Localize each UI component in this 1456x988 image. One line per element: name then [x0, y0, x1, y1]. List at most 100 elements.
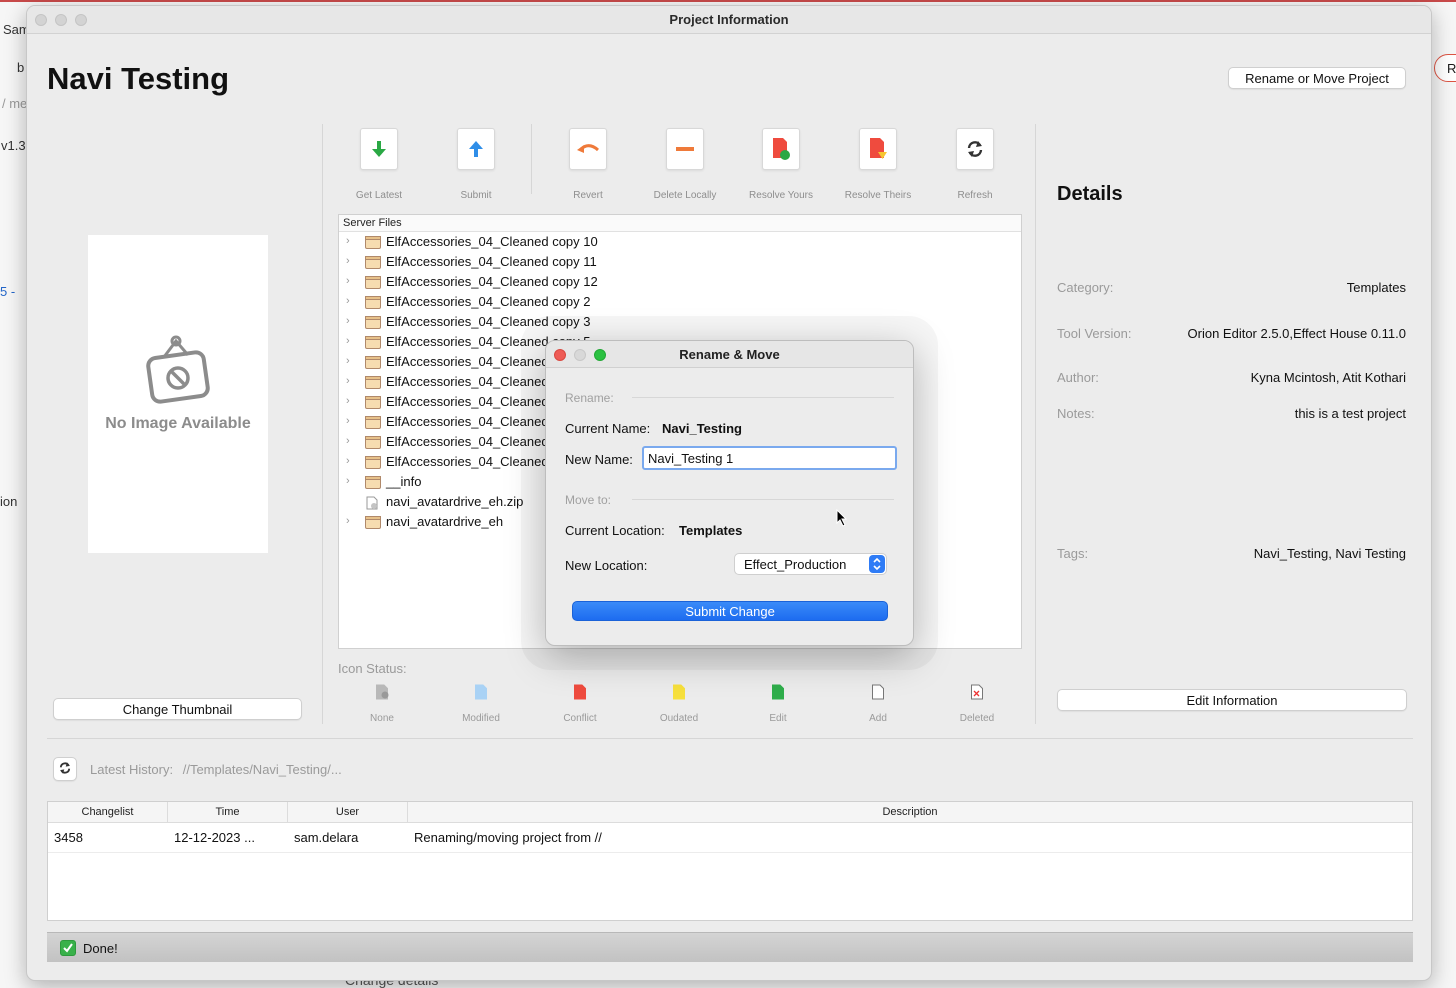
tags-value: Navi_Testing, Navi Testing	[1253, 546, 1406, 561]
user-cell[interactable]: sam.delara	[294, 830, 358, 845]
background-text: ion	[0, 494, 18, 509]
folder-icon	[365, 516, 381, 529]
chevron-right-icon[interactable]: ›	[346, 395, 350, 407]
notes-label: Notes:	[1057, 406, 1095, 421]
details-title: Details	[1057, 183, 1123, 205]
dialog-titlebar: Rename & Move	[546, 341, 913, 368]
revert-icon	[577, 144, 599, 153]
new-location-select[interactable]: Effect_Production	[734, 553, 887, 575]
history-table: Changelist Time User Description 3458 12…	[47, 801, 1413, 921]
divider	[632, 397, 894, 398]
file-name: __info	[386, 474, 422, 489]
resolve-theirs-button[interactable]: Resolve Theirs	[830, 128, 926, 201]
column-header-user[interactable]: User	[288, 802, 408, 823]
legend-item: Conflict	[535, 684, 625, 724]
edit-information-button[interactable]: Edit Information	[1057, 689, 1407, 711]
legend-label: None	[370, 713, 394, 724]
chevron-right-icon[interactable]: ›	[346, 315, 350, 327]
folder-icon	[365, 396, 381, 409]
resolve-yours-icon	[773, 138, 790, 160]
chevron-right-icon[interactable]: ›	[346, 235, 350, 247]
new-location-label: New Location:	[565, 558, 648, 573]
chevron-right-icon[interactable]: ›	[346, 275, 350, 287]
category-value: Templates	[1346, 280, 1406, 295]
column-header-description[interactable]: Description	[408, 802, 1412, 823]
legend-label: Oudated	[659, 713, 699, 724]
project-thumbnail: No Image Available	[88, 235, 268, 553]
time-cell[interactable]: 12-12-2023 ...	[174, 830, 255, 845]
folder-icon	[365, 416, 381, 429]
chevron-right-icon[interactable]: ›	[346, 255, 350, 267]
new-name-label: New Name:	[565, 452, 633, 467]
check-icon	[60, 940, 76, 956]
arrow-down-icon	[372, 141, 386, 157]
folder-icon	[365, 336, 381, 349]
legend-label: Modified	[462, 713, 500, 724]
file-name: ElfAccessories_04_Cleaned copy 11	[386, 254, 597, 269]
folder-row[interactable]: › ElfAccessories_04_Cleaned copy 2	[339, 292, 1021, 312]
legend-label: Deleted	[959, 713, 995, 724]
folder-row[interactable]: › ElfAccessories_04_Cleaned copy 12	[339, 272, 1021, 292]
refresh-button[interactable]: Refresh	[927, 128, 1023, 201]
none-status-icon	[376, 684, 389, 700]
current-location-value: Templates	[679, 523, 743, 538]
file-name: ElfAccessories_04_Cleaned copy 3	[386, 314, 591, 329]
legend-label: Conflict	[563, 713, 597, 724]
resolve-yours-button[interactable]: Resolve Yours	[733, 128, 829, 201]
legend-label: Edit	[769, 713, 787, 724]
submit-change-button[interactable]: Submit Change	[572, 601, 888, 621]
legend-item: Modified	[436, 684, 526, 724]
delete-locally-button[interactable]: Delete Locally	[637, 128, 733, 201]
get-latest-button[interactable]: Get Latest	[331, 128, 427, 201]
arrow-up-icon	[469, 141, 483, 157]
folder-icon	[365, 256, 381, 269]
delete-locally-label: Delete Locally	[653, 190, 717, 201]
history-refresh-button[interactable]	[53, 757, 77, 781]
no-image-text: No Image Available	[105, 415, 251, 432]
column-header-time[interactable]: Time	[168, 802, 288, 823]
submit-button[interactable]: Submit	[428, 128, 524, 201]
folder-icon	[365, 316, 381, 329]
file-name: navi_avatardrive_eh	[386, 514, 504, 529]
column-header-changelist[interactable]: Changelist	[48, 802, 168, 823]
chevron-right-icon[interactable]: ›	[346, 415, 350, 427]
notes-value: this is a test project	[1294, 406, 1406, 421]
changelist-cell[interactable]: 3458	[54, 830, 83, 845]
status-text: Done!	[83, 941, 118, 956]
author-label: Author:	[1057, 370, 1099, 385]
file-name: ElfAccessories_04_Cleaned copy 10	[386, 234, 598, 249]
chevron-right-icon[interactable]: ›	[346, 335, 350, 347]
folder-row[interactable]: › ElfAccessories_04_Cleaned copy 10	[339, 232, 1021, 252]
folder-icon	[365, 356, 381, 369]
background-button[interactable]: R	[1434, 54, 1456, 82]
resolve-theirs-label: Resolve Theirs	[844, 190, 912, 201]
description-cell[interactable]: Renaming/moving project from //	[414, 830, 602, 845]
folder-row[interactable]: › ElfAccessories_04_Cleaned copy 11	[339, 252, 1021, 272]
revert-button[interactable]: Revert	[540, 128, 636, 201]
chevron-right-icon[interactable]: ›	[346, 475, 350, 487]
chevron-right-icon[interactable]: ›	[346, 295, 350, 307]
minus-icon	[676, 147, 694, 151]
author-value: Kyna Mcintosh, Atit Kothari	[1250, 370, 1406, 385]
project-title: Navi Testing	[47, 61, 230, 96]
folder-row[interactable]: › ElfAccessories_04_Cleaned copy 3	[339, 312, 1021, 332]
resolve-theirs-icon	[870, 138, 887, 159]
divider	[632, 499, 894, 500]
category-label: Category:	[1057, 280, 1114, 295]
chevron-up-down-icon	[869, 555, 885, 573]
rename-section-label: Rename:	[565, 391, 614, 405]
rename-move-project-button[interactable]: Rename or Move Project	[1228, 67, 1406, 89]
new-name-input[interactable]	[642, 446, 897, 470]
row-divider	[48, 852, 1412, 853]
chevron-right-icon[interactable]: ›	[346, 435, 350, 447]
current-name-value: Navi_Testing	[662, 421, 742, 436]
chevron-right-icon[interactable]: ›	[346, 455, 350, 467]
change-thumbnail-button[interactable]: Change Thumbnail	[53, 698, 302, 720]
chevron-right-icon[interactable]: ›	[346, 515, 350, 527]
chevron-right-icon[interactable]: ›	[346, 355, 350, 367]
chevron-right-icon[interactable]: ›	[346, 375, 350, 387]
latest-history-label: Latest History: //Templates/Navi_Testing…	[90, 762, 342, 777]
folder-icon	[365, 376, 381, 389]
mouse-cursor-icon	[836, 509, 848, 527]
divider	[531, 124, 532, 194]
